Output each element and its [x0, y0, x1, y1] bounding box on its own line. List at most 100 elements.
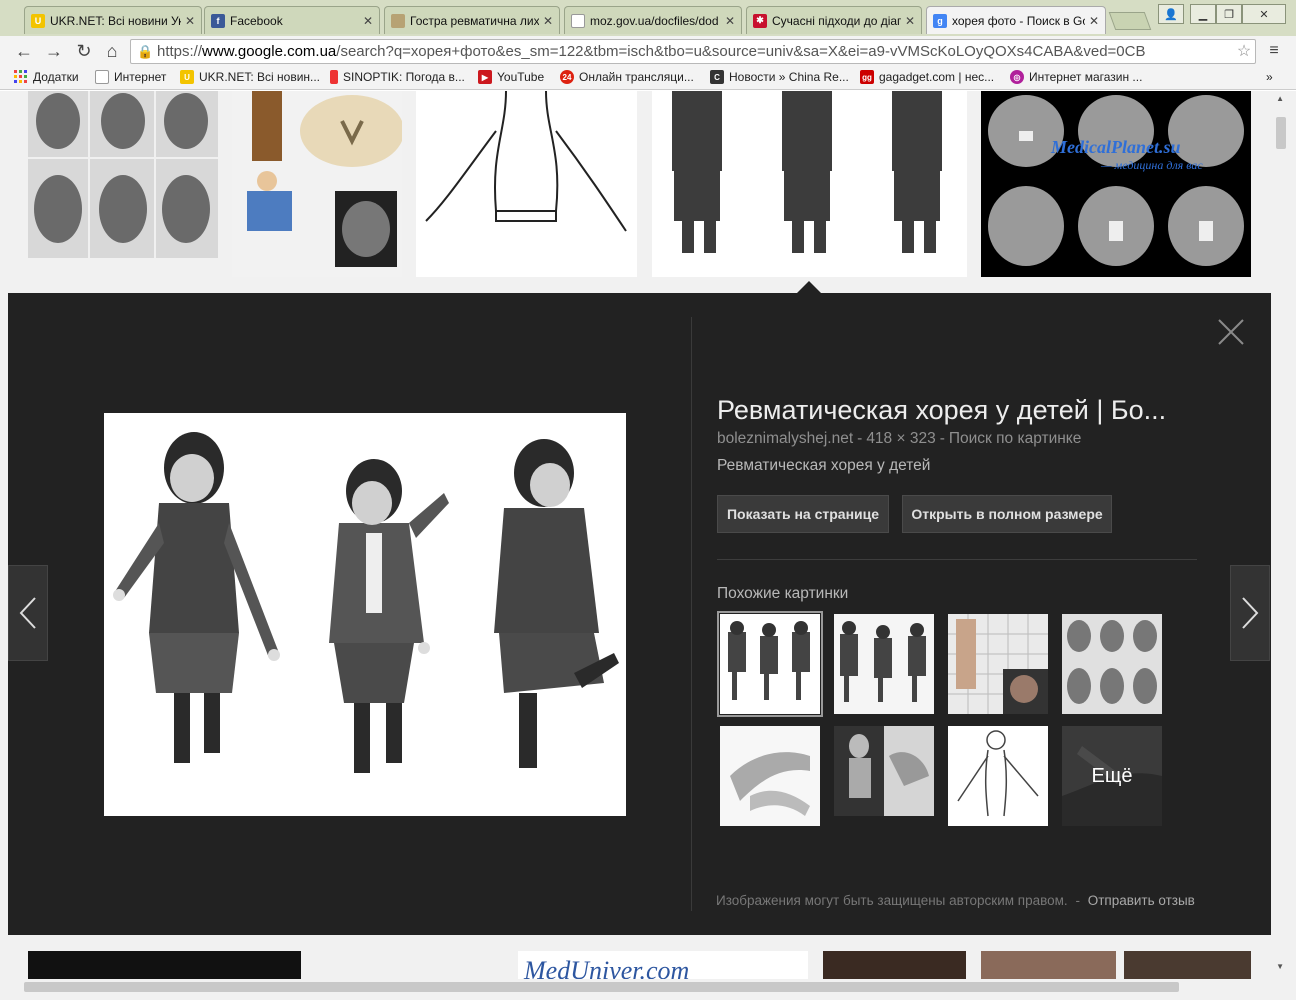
similar-image-4[interactable] [1062, 614, 1162, 714]
menu-icon[interactable]: ≡ [1262, 40, 1286, 62]
forward-arrow-icon[interactable]: → [42, 40, 66, 62]
scrollbar-thumb[interactable] [1276, 117, 1286, 149]
similar-images-heading: Похожие картинки [717, 585, 849, 602]
vertical-scrollbar[interactable] [1272, 91, 1288, 979]
bookmark-label: Интернет магазин ... [1029, 70, 1143, 84]
bookmark-label: UKR.NET: Всі новин... [199, 70, 321, 84]
home-icon[interactable]: ⌂ [100, 40, 124, 62]
chevron-right-icon [1242, 597, 1259, 629]
more-similar-button[interactable]: Ещё [1062, 726, 1162, 826]
new-tab-button[interactable] [1108, 12, 1152, 30]
result-thumbnail-chorea-boys[interactable] [652, 91, 967, 277]
bookmark-label: Додатки [33, 70, 79, 84]
document-icon [571, 13, 585, 28]
close-window-button[interactable]: ✕ [1242, 4, 1286, 24]
scroll-down-arrow-icon[interactable]: ▼ [1276, 962, 1284, 971]
more-label: Ещё [1091, 764, 1133, 787]
close-tab-icon[interactable]: ✕ [725, 14, 735, 28]
open-full-size-button[interactable]: Открыть в полном размере [902, 495, 1112, 533]
similar-image-7[interactable] [948, 726, 1048, 826]
bookmark-24-online[interactable]: 24 Онлайн трансляци... [560, 70, 694, 84]
tab-title: UKR.NET: Всі новини Україн [50, 13, 181, 28]
tab-moz-docfiles[interactable]: moz.gov.ua/docfiles/dod ✕ [564, 6, 742, 34]
tab-title: moz.gov.ua/docfiles/dod [590, 13, 719, 28]
bookmark-china-reviews[interactable]: C Новости » China Re... [710, 70, 849, 84]
preview-footer: Изображения могут быть защищены авторски… [716, 893, 1195, 908]
reload-icon[interactable]: ↻ [72, 40, 96, 62]
browser-toolbar: ← → ↻ ⌂ 🔒 https://www.google.com.ua/sear… [0, 36, 1296, 66]
close-tab-icon[interactable]: ✕ [543, 14, 553, 28]
tab-ukrnet[interactable]: U UKR.NET: Всі новини Україн ✕ [24, 6, 202, 34]
bookmark-ukrnet[interactable]: U UKR.NET: Всі новин... [180, 70, 320, 84]
source-domain-link[interactable]: boleznimalyshej.net [717, 430, 853, 447]
meduniver-watermark: MedUniver.com [523, 956, 689, 981]
show-on-page-button[interactable]: Показать на странице [717, 495, 889, 533]
result-thumbnail-brain-collage[interactable] [232, 91, 402, 277]
tab-google-search[interactable]: g хорея фото - Поиск в Google ✕ [926, 6, 1106, 34]
send-feedback-link[interactable]: Отправить отзыв [1088, 893, 1195, 908]
previous-image-button[interactable] [8, 565, 48, 661]
footer-separator: - [1075, 893, 1080, 908]
search-by-image-link[interactable]: Поиск по картинке [949, 430, 1082, 447]
horizontal-scrollbar[interactable] [8, 979, 1288, 995]
bookmark-apps[interactable]: Додатки [14, 70, 79, 84]
similar-image-6[interactable] [834, 726, 934, 826]
result-thumbnail-meduniver[interactable]: MedUniver.com [518, 951, 808, 981]
bookmarks-bar: Додатки Интернет U UKR.NET: Всі новин... … [0, 66, 1296, 90]
red-flag-icon: ✱ [753, 13, 767, 28]
minimize-button[interactable]: ▁ [1190, 4, 1216, 24]
url-host: www.google.com.ua [202, 43, 337, 60]
bookmark-internet-shop[interactable]: ◎ Интернет магазин ... [1010, 70, 1142, 84]
user-icon[interactable]: 👤 [1158, 4, 1184, 24]
result-thumbnail-bottom-1[interactable] [28, 951, 301, 981]
bookmark-star-icon[interactable]: ☆ [1232, 40, 1256, 62]
close-preview-button[interactable] [1216, 317, 1246, 347]
chinareviews-icon: C [710, 70, 724, 84]
tab-rheumatic-fever[interactable]: Гостра ревматична лихомана ✕ [384, 6, 560, 34]
bookmark-label: Интернет [114, 70, 167, 84]
result-thumbnail-bottom-3[interactable] [823, 951, 966, 981]
panel-divider [691, 317, 692, 911]
back-arrow-icon[interactable]: ← [12, 40, 36, 62]
result-thumbnail-bottom-4[interactable] [981, 951, 1116, 981]
bookmark-sinoptik[interactable]: SINOPTIK: Погода в... [330, 70, 465, 84]
preview-title[interactable]: Ревматическая хорея у детей | Бо... [717, 395, 1197, 426]
similar-image-3[interactable] [948, 614, 1048, 714]
document-icon [95, 70, 109, 84]
similar-image-5[interactable] [720, 726, 820, 826]
ukrnet-icon: U [31, 13, 45, 28]
result-thumbnail-mri-scans[interactable]: MedicalPlanet.su — медицина для вас [981, 91, 1251, 277]
preview-image[interactable] [104, 413, 626, 816]
address-bar[interactable]: 🔒 https://www.google.com.ua/search?q=хор… [130, 39, 1256, 64]
similar-image-1[interactable] [717, 611, 823, 717]
tab-modern-approaches[interactable]: ✱ Сучасні підходи до діагнос ✕ [746, 6, 922, 34]
result-thumbnail-faces[interactable] [28, 91, 218, 258]
tab-facebook[interactable]: f Facebook ✕ [204, 6, 380, 34]
restore-button[interactable]: ❐ [1216, 4, 1242, 24]
bookmark-youtube[interactable]: ▶ YouTube [478, 70, 544, 84]
copyright-notice: Изображения могут быть защищены авторски… [716, 893, 1068, 908]
channel24-icon: 24 [560, 70, 574, 84]
bookmarks-overflow-button[interactable]: » [1266, 70, 1273, 84]
close-tab-icon[interactable]: ✕ [185, 14, 195, 28]
preview-pointer [797, 281, 821, 293]
similar-image-2[interactable] [834, 614, 934, 714]
title-bar: U UKR.NET: Всі новини Україн ✕ f Faceboo… [0, 0, 1296, 36]
facebook-icon: f [211, 13, 225, 28]
bookmark-gagadget[interactable]: gg gagadget.com | нес... [860, 70, 994, 84]
google-icon: g [933, 13, 947, 28]
close-icon [1218, 319, 1244, 345]
result-thumbnail-bottom-5[interactable] [1124, 951, 1251, 981]
scrollbar-thumb[interactable] [24, 982, 1179, 992]
next-image-button[interactable] [1230, 565, 1270, 661]
bookmark-internet[interactable]: Интернет [95, 70, 166, 84]
scroll-up-arrow-icon[interactable]: ▲ [1276, 94, 1284, 103]
ukrnet-icon: U [180, 70, 194, 84]
youtube-icon: ▶ [478, 70, 492, 84]
tab-title: Facebook [230, 13, 283, 28]
close-tab-icon[interactable]: ✕ [363, 14, 373, 28]
result-thumbnail-torso-sketch[interactable] [416, 91, 637, 277]
close-tab-icon[interactable]: ✕ [905, 14, 915, 28]
section-divider [717, 559, 1197, 560]
close-tab-icon[interactable]: ✕ [1089, 14, 1099, 28]
